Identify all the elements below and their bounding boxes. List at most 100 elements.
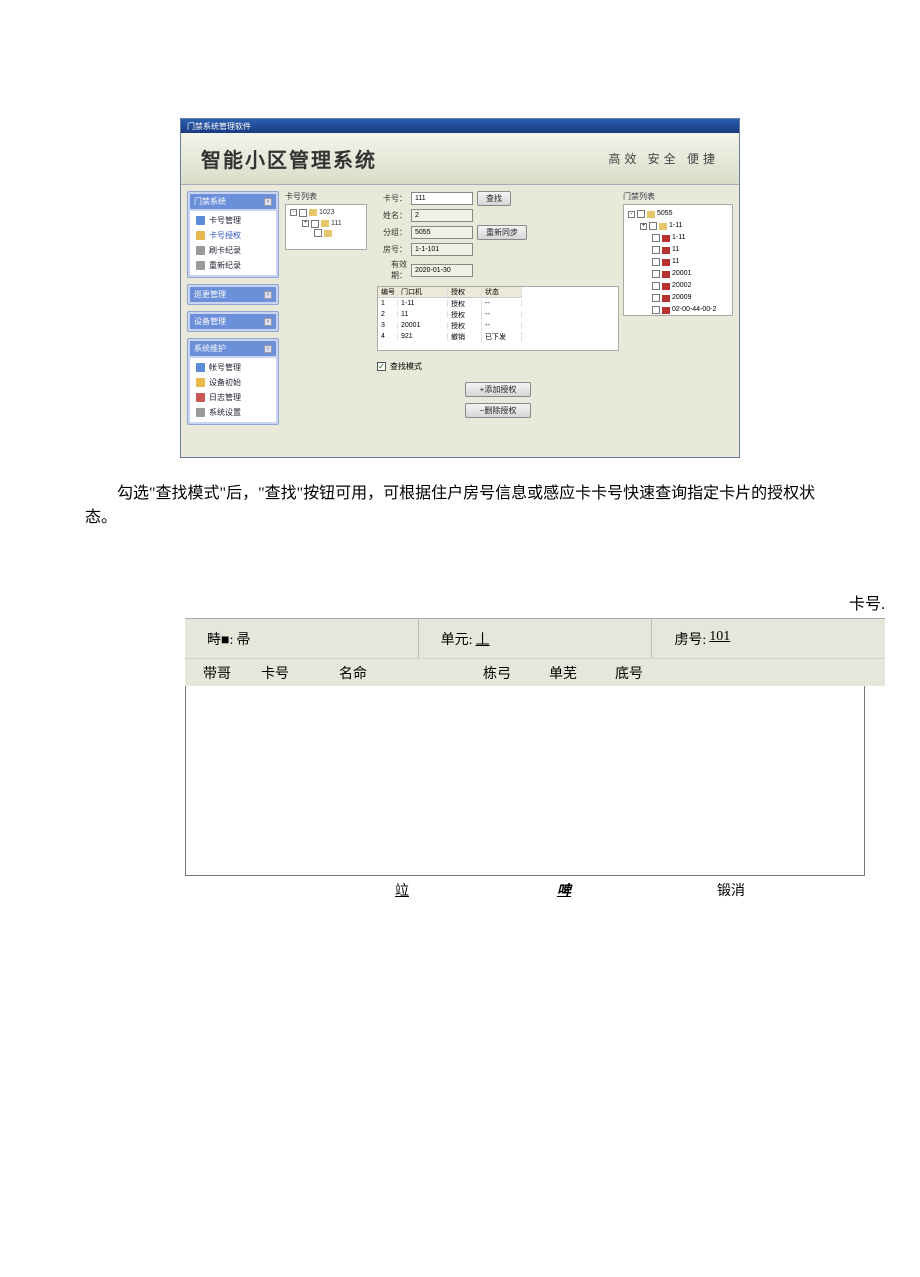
building-value: 帚 <box>236 629 250 649</box>
valid-label: 有效期： <box>377 259 407 281</box>
card-icon <box>662 283 670 290</box>
del-auth-button[interactable]: −删除授权 <box>465 403 532 418</box>
cardno-input[interactable] <box>411 192 473 205</box>
room-value: 101 <box>709 629 730 645</box>
hdr-auth: 授权 <box>448 287 482 298</box>
grid-row: 11-11授权-- <box>378 298 618 309</box>
sidebar-panel-patrol[interactable]: 巡更管理 ‹ <box>187 284 279 305</box>
auth-grid: 编号 门口机 授权 状态 11-11授权-- 211授权-- 320001授权-… <box>377 286 619 351</box>
settings-icon <box>196 408 205 417</box>
collapse-icon[interactable]: ‹ <box>264 291 272 299</box>
collapse-icon[interactable]: ‹ <box>264 198 272 206</box>
collapse-icon[interactable]: ‹ <box>264 318 272 326</box>
user-icon <box>196 363 205 372</box>
dialog-results-area[interactable] <box>185 686 865 876</box>
sidebar-panel-device[interactable]: 设备管理 ‹ <box>187 311 279 332</box>
sidebar-item-swipe-log[interactable]: 刷卡纪录 <box>190 243 276 258</box>
checkbox-icon[interactable] <box>652 270 660 278</box>
sidebar-item-logs[interactable]: 日志管理 <box>190 390 276 405</box>
card-icon <box>662 259 670 266</box>
cardno-label-top: 卡号. <box>185 590 885 614</box>
auth-icon <box>196 231 205 240</box>
checkbox-icon[interactable] <box>314 229 322 237</box>
folder-icon <box>659 223 667 230</box>
folder-icon <box>324 230 332 237</box>
add-auth-button[interactable]: +添加授权 <box>465 382 532 397</box>
grid-header: 编号 门口机 授权 状态 <box>378 287 618 298</box>
sidebar: 门禁系统 ‹ 卡号管理 卡号授权 刷卡纪录 重新纪录 巡更管理 ‹ <box>181 185 285 457</box>
grid-row: 4921撤销已下发 <box>378 331 618 342</box>
card-tree-label: 卡号列表 <box>285 191 367 202</box>
unit-segment: 单元: 丄 <box>419 619 653 658</box>
search-mode-checkbox[interactable]: ✓ <box>377 362 386 371</box>
sidebar-item-relog[interactable]: 重新纪录 <box>190 258 276 273</box>
card-icon <box>662 295 670 302</box>
expand-icon[interactable]: - <box>290 209 297 216</box>
main-area: 卡号列表 -1023 +111 卡号： 查找 姓名： <box>285 185 739 457</box>
scope-input <box>411 226 473 239</box>
panel-head-label: 巡更管理 <box>194 289 226 300</box>
folder-icon <box>321 220 329 227</box>
expand-icon[interactable]: + <box>640 223 647 230</box>
card-tree[interactable]: -1023 +111 <box>285 204 367 250</box>
checkbox-icon[interactable] <box>652 258 660 266</box>
name-input <box>411 209 473 222</box>
grid-body[interactable]: 11-11授权-- 211授权-- 320001授权-- 4921撤销已下发 <box>378 298 618 350</box>
scope-label: 分组： <box>377 227 407 238</box>
room-label: 房号： <box>377 244 407 255</box>
dialog-header: 畤■: 帚 单元: 丄 虏号: 101 <box>185 618 885 658</box>
footer-query-button[interactable]: 竝 <box>395 880 409 900</box>
sidebar-item-card-auth[interactable]: 卡号授权 <box>190 228 276 243</box>
dialog-columns: 带哥 卡号 名命 栋弓 单芜 底号 <box>185 658 885 686</box>
panel-head-label: 系统维护 <box>194 343 226 354</box>
footer-cancel-button[interactable]: 锻消 <box>717 880 745 900</box>
room-segment: 虏号: 101 <box>652 619 885 658</box>
door-tree-col: 门禁列表 -5055 +1-11 1-11 11 11 20001 20002 … <box>623 191 733 451</box>
collapse-icon[interactable]: ‹ <box>264 345 272 353</box>
col-room: 底号 <box>605 663 671 683</box>
refresh-button[interactable]: 重新同步 <box>477 225 527 240</box>
banner-tagline: 高效 安全 便捷 <box>608 150 719 167</box>
log-icon <box>196 246 205 255</box>
cardno-label: 卡号： <box>377 193 407 204</box>
checkbox-icon[interactable] <box>637 210 645 218</box>
app-banner: 智能小区管理系统 高效 安全 便捷 <box>181 133 739 185</box>
door-tree[interactable]: -5055 +1-11 1-11 11 11 20001 20002 20009… <box>623 204 733 316</box>
hdr-id: 编号 <box>378 287 398 298</box>
footer-confirm-button[interactable]: 啤 <box>557 880 571 900</box>
sidebar-item-settings[interactable]: 系统设置 <box>190 405 276 420</box>
expand-icon[interactable]: - <box>628 211 635 218</box>
card-icon <box>662 247 670 254</box>
sidebar-item-init[interactable]: 设备初始 <box>190 375 276 390</box>
card-icon <box>662 271 670 278</box>
sidebar-panel-system: 系统维护 ‹ 帐号管理 设备初始 日志管理 系统设置 <box>187 338 279 425</box>
col-index: 带哥 <box>193 663 251 683</box>
checkbox-icon[interactable] <box>649 222 657 230</box>
logs-icon <box>196 393 205 402</box>
checkbox-icon[interactable] <box>652 282 660 290</box>
checkbox-icon[interactable] <box>652 234 660 242</box>
checkbox-icon[interactable] <box>652 306 660 314</box>
search-mode-label: 查找模式 <box>390 361 422 372</box>
valid-input <box>411 264 473 277</box>
door-tree-label: 门禁列表 <box>623 191 733 202</box>
banner-title: 智能小区管理系统 <box>201 144 377 173</box>
find-button[interactable]: 查找 <box>477 191 511 206</box>
expand-icon[interactable]: + <box>302 220 309 227</box>
folder-icon <box>647 211 655 218</box>
checkbox-icon[interactable] <box>311 220 319 228</box>
checkbox-icon[interactable] <box>299 209 307 217</box>
checkbox-icon[interactable] <box>652 246 660 254</box>
unit-label: 单元: <box>441 629 473 649</box>
grid-row: 320001授权-- <box>378 320 618 331</box>
panel-head-label: 设备管理 <box>194 316 226 327</box>
checkbox-icon[interactable] <box>652 294 660 302</box>
folder-icon <box>309 209 317 216</box>
room-input <box>411 243 473 256</box>
relog-icon <box>196 261 205 270</box>
app-screenshot: 门禁系统管理软件 智能小区管理系统 高效 安全 便捷 门禁系统 ‹ 卡号管理 卡… <box>180 118 740 458</box>
building-label: 畤■: <box>207 629 233 649</box>
sidebar-item-account[interactable]: 帐号管理 <box>190 360 276 375</box>
sidebar-item-card-mgmt[interactable]: 卡号管理 <box>190 213 276 228</box>
card-tree-col: 卡号列表 -1023 +111 <box>285 191 367 451</box>
